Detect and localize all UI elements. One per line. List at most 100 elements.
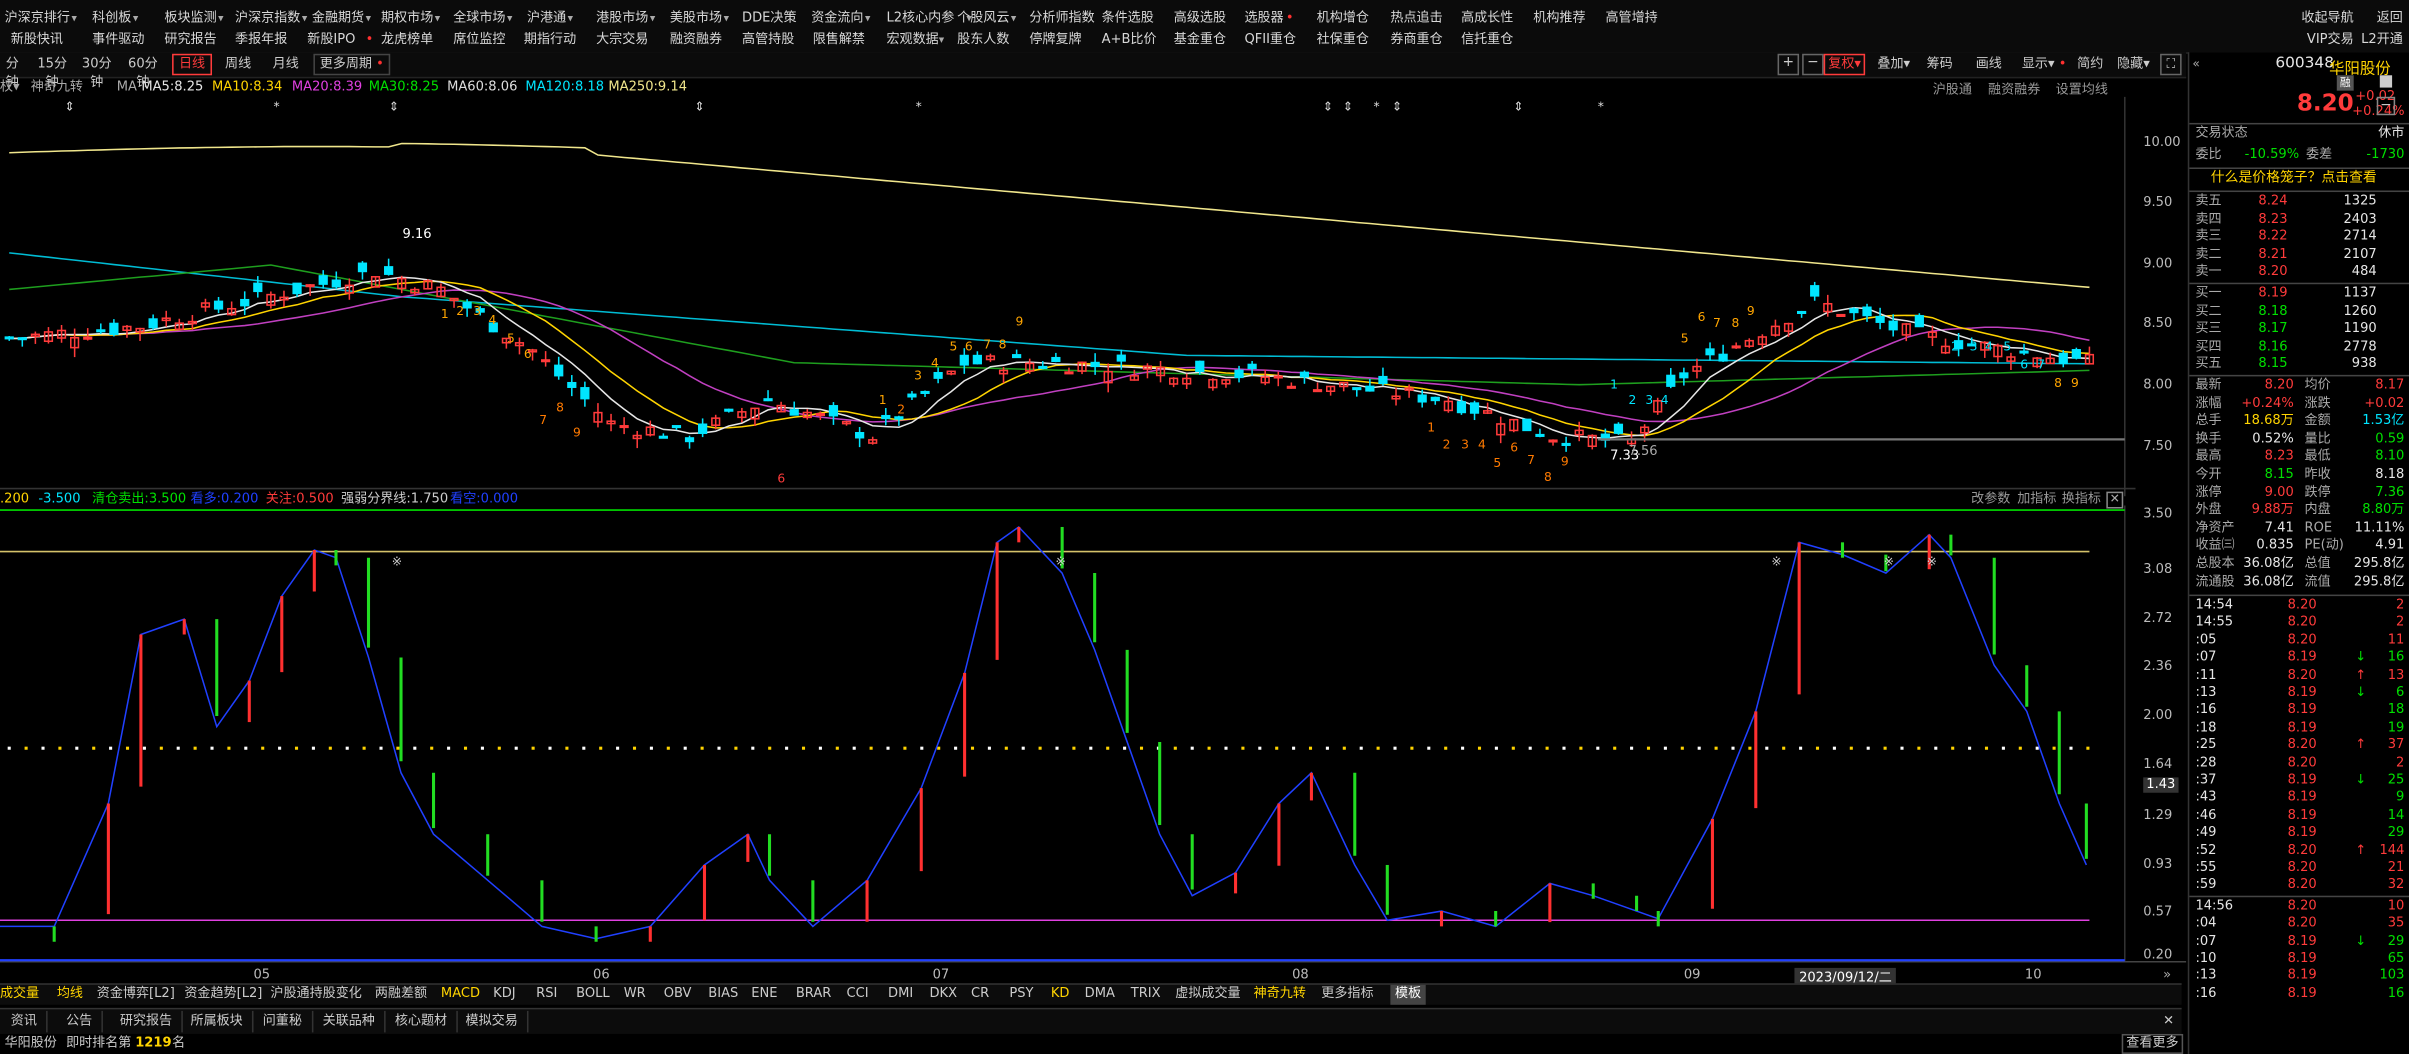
info-tab-2[interactable]: 研究报告	[120, 1010, 183, 1033]
bid-price[interactable]: 8.19	[2258, 286, 2287, 304]
indicator-tab-13[interactable]: ENE	[751, 985, 777, 1005]
menu-item-7[interactable]: 沪港通	[527, 8, 566, 30]
overlay-button[interactable]: 叠加▾	[1877, 55, 1910, 73]
bid-price[interactable]: 8.15	[2258, 356, 2287, 374]
bid-price[interactable]: 8.16	[2258, 339, 2287, 357]
indicator-tab-18[interactable]: CR	[971, 985, 989, 1005]
menu-item-5[interactable]: 期权市场	[381, 8, 433, 30]
indicator-tab-7[interactable]: KDJ	[493, 985, 515, 1005]
more-periods-button[interactable]: 更多周期 •	[313, 53, 391, 76]
adjust-button[interactable]: 复权▾	[1823, 53, 1866, 76]
menu2-item-16[interactable]: 基金重仓	[1174, 29, 1226, 51]
menu2-item-7[interactable]: 期指行动	[524, 29, 576, 51]
menu2-item-17[interactable]: QFII重仓	[1244, 29, 1296, 51]
menu-item-21[interactable]: 机构推荐	[1533, 8, 1585, 30]
hk-connect-link[interactable]: 沪股通	[1933, 80, 1972, 98]
set-ma-link[interactable]: 设置均线	[2056, 80, 2108, 98]
menu-item-0[interactable]: 沪深京排行	[5, 8, 70, 30]
indicator-tab-3[interactable]: 资金趋势[L2]	[184, 985, 262, 1005]
period-30min[interactable]: 30分钟	[77, 55, 117, 91]
menu-item-4[interactable]: 金融期货	[312, 8, 364, 30]
info-tab-7[interactable]: 模拟交易	[466, 1010, 529, 1033]
bid-price[interactable]: 8.18	[2258, 303, 2287, 321]
indicator-tab-0[interactable]: 成交量	[0, 985, 39, 1005]
indicator-tab-22[interactable]: TRIX	[1131, 985, 1161, 1005]
add-icon[interactable]: −	[2376, 96, 2396, 116]
menu-item-1[interactable]: 科创板	[92, 8, 131, 30]
collapse-left-icon[interactable]: «	[2192, 57, 2200, 71]
zoom-out-icon[interactable]: −	[1802, 53, 1824, 76]
info-tab-6[interactable]: 核心题材	[395, 1010, 458, 1033]
menu2-item-12[interactable]: 宏观数据	[886, 29, 938, 51]
menu-item-19[interactable]: 热点追击	[1390, 8, 1442, 30]
fullscreen-icon[interactable]: ⛶	[2160, 53, 2182, 76]
close-icon[interactable]: ✕	[2163, 1011, 2183, 1033]
indicator-tab-21[interactable]: DMA	[1085, 985, 1115, 1005]
ask-price[interactable]: 8.20	[2258, 264, 2287, 282]
bid-price[interactable]: 8.17	[2258, 321, 2287, 339]
display-button[interactable]: 显示▾ •	[2022, 55, 2067, 73]
indicator-tab-16[interactable]: DMI	[888, 985, 913, 1005]
info-tab-0[interactable]: 资讯	[11, 1010, 48, 1033]
scroll-right-icon[interactable]: »	[2163, 968, 2171, 983]
indicator-tab-26[interactable]: 模板	[1390, 984, 1426, 1005]
menu-item-6[interactable]: 全球市场	[453, 8, 505, 30]
menu2-item-19[interactable]: 券商重仓	[1390, 29, 1442, 51]
period-weekly[interactable]: 周线	[220, 55, 257, 73]
period-daily[interactable]: 日线	[172, 53, 213, 76]
ask-price[interactable]: 8.21	[2258, 247, 2287, 265]
indicator-tab-19[interactable]: PSY	[1009, 985, 1033, 1005]
ask-price[interactable]: 8.24	[2258, 194, 2287, 212]
menu-item-14[interactable]: 分析师指数	[1029, 8, 1094, 30]
indicator-tab-5[interactable]: 两融差额	[375, 985, 427, 1005]
back-link[interactable]: 返回	[2377, 8, 2403, 30]
menu2-item-10[interactable]: 高管持股	[742, 29, 794, 51]
menu2-item-13[interactable]: 股东人数	[957, 29, 1009, 51]
menu-item-9[interactable]: 美股市场	[670, 8, 722, 30]
menu-item-8[interactable]: 港股市场	[596, 8, 648, 30]
indicator-tab-10[interactable]: WR	[624, 985, 646, 1005]
menu2-item-1[interactable]: 事件驱动	[92, 29, 144, 51]
hide-button[interactable]: 隐藏▾	[2117, 55, 2150, 73]
menu-item-15[interactable]: 条件选股	[1102, 8, 1154, 30]
indicator-tab-17[interactable]: DKX	[929, 985, 957, 1005]
menu2-item-3[interactable]: 季报年报	[235, 29, 287, 51]
menu2-item-6[interactable]: 席位监控	[453, 29, 505, 51]
ask-price[interactable]: 8.23	[2258, 211, 2287, 229]
ask-price[interactable]: 8.22	[2258, 229, 2287, 247]
info-tab-1[interactable]: 公告	[66, 1010, 103, 1033]
close-icon[interactable]: ✕	[2106, 491, 2124, 509]
vip-trade-link[interactable]: VIP交易	[2307, 29, 2354, 51]
menu2-item-2[interactable]: 研究报告	[164, 29, 216, 51]
menu-item-16[interactable]: 高级选股	[1174, 8, 1226, 30]
menu2-item-20[interactable]: 信托重仓	[1461, 29, 1513, 51]
menu-square-icon[interactable]	[2379, 75, 2393, 88]
menu2-item-14[interactable]: 停牌复牌	[1029, 29, 1081, 51]
menu-item-13[interactable]: 个股风云	[957, 8, 1009, 30]
add-indicator-link[interactable]: 加指标	[2017, 490, 2056, 508]
info-tab-3[interactable]: 所属板块	[191, 1010, 254, 1033]
menu-item-2[interactable]: 板块监测	[164, 8, 216, 30]
menu-item-10[interactable]: DDE决策	[742, 8, 796, 30]
info-tab-4[interactable]: 问董秘	[263, 1010, 313, 1033]
menu2-item-5[interactable]: 龙虎榜单	[381, 29, 433, 51]
indicator-tab-8[interactable]: RSI	[536, 985, 557, 1005]
l2-open-link[interactable]: L2开通	[2361, 29, 2403, 51]
switch-indicator-link[interactable]: 换指标	[2062, 490, 2101, 508]
period-min[interactable]: 分钟	[0, 55, 25, 91]
indicator-tab-14[interactable]: BRAR	[796, 985, 832, 1005]
candlestick-chart[interactable]: ⇕ * ⇕ ⇕ * ⇕ ⇕ * ⇕ ⇕ *9.167.337.561 2 3456789612345 6 7…	[0, 96, 2187, 983]
indicator-tab-2[interactable]: 资金博弈[L2]	[97, 985, 175, 1005]
indicator-tab-24[interactable]: 神奇九转	[1254, 985, 1306, 1005]
price-cage-link[interactable]: 什么是价格笼子？点击查看	[2211, 171, 2377, 189]
menu2-item-4[interactable]: 新股IPO	[307, 29, 355, 51]
menu-item-17[interactable]: 选股器	[1244, 8, 1283, 30]
menu-item-11[interactable]: 资金流向	[811, 8, 863, 30]
indicator-tab-15[interactable]: CCI	[847, 985, 869, 1005]
menu2-item-11[interactable]: 限售解禁	[813, 29, 865, 51]
draw-line-button[interactable]: 画线	[1976, 55, 2002, 73]
chips-button[interactable]: 筹码	[1927, 55, 1953, 73]
menu-item-20[interactable]: 高成长性	[1461, 8, 1513, 30]
menu2-item-15[interactable]: A+B比价	[1102, 29, 1157, 51]
edit-params-link[interactable]: 改参数	[1971, 490, 2010, 508]
